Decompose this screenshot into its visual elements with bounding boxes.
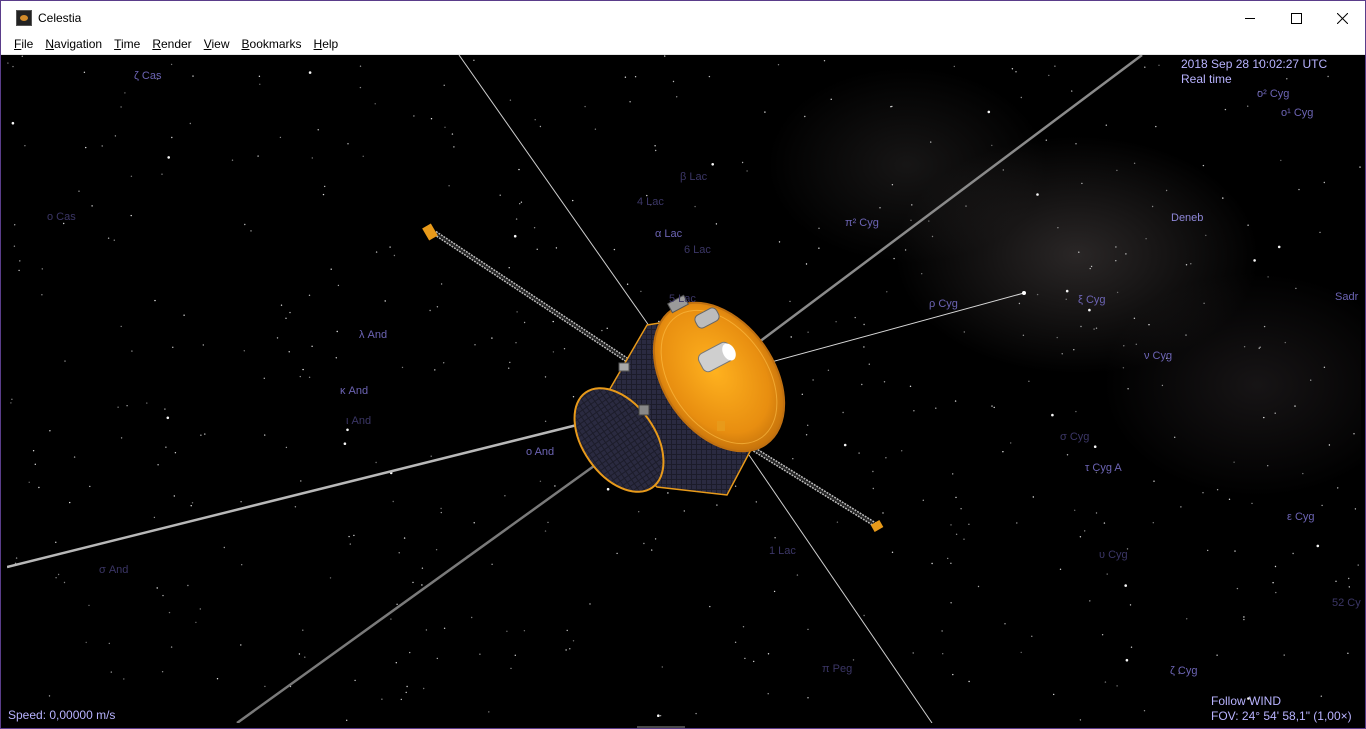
- maximize-icon: [1290, 12, 1302, 24]
- star-label[interactable]: 5 Lac: [669, 293, 696, 305]
- wire-boom-upper-left: [458, 55, 653, 331]
- star-label[interactable]: 1 Lac: [769, 545, 796, 557]
- close-button[interactable]: [1319, 1, 1365, 35]
- wire-boom-right: [741, 292, 1025, 371]
- maximize-button[interactable]: [1273, 1, 1319, 35]
- celestia-window: Celestia File Navigation Time Render Vie…: [0, 0, 1366, 729]
- star-label[interactable]: 6 Lac: [684, 244, 711, 256]
- lattice-boom-upper: [422, 223, 629, 363]
- star-label[interactable]: β Lac: [680, 171, 707, 183]
- lattice-boom-lower: [737, 437, 884, 532]
- star-label[interactable]: Sadr: [1335, 291, 1358, 303]
- window-controls: [1227, 1, 1365, 35]
- star-label[interactable]: ζ Cyg: [1170, 665, 1197, 677]
- close-icon: [1336, 12, 1348, 24]
- wire-boom-left: [7, 418, 598, 569]
- follow-readout: Follow WIND: [1211, 694, 1282, 708]
- wire-end-marker: [1022, 291, 1026, 295]
- star-label[interactable]: τ Cyg A: [1085, 462, 1122, 474]
- star-label[interactable]: π² Cyg: [845, 217, 879, 229]
- spacecraft-body: [573, 294, 786, 496]
- star-label[interactable]: λ And: [359, 329, 387, 341]
- datetime-readout: 2018 Sep 28 10:02:27 UTC: [1181, 57, 1328, 71]
- star-label[interactable]: o Cas: [47, 211, 76, 223]
- star-label[interactable]: ν Cyg: [1144, 350, 1172, 362]
- star-label[interactable]: α Lac: [655, 228, 682, 240]
- minimize-icon: [1244, 17, 1255, 19]
- axial-boom-lower: [236, 451, 613, 723]
- 3d-viewport[interactable]: ζ Cas o Cas β Lac α Lac 4 Lac 6 Lac 5 La…: [7, 55, 1361, 723]
- menu-bar: File Navigation Time Render View Bookmar…: [1, 35, 1365, 55]
- menu-navigation[interactable]: Navigation: [39, 35, 108, 54]
- star-label[interactable]: σ And: [99, 564, 128, 576]
- star-label[interactable]: ρ Cyg: [929, 298, 958, 310]
- hud-speed: Speed: 0,00000 m/s: [8, 708, 116, 722]
- menu-view[interactable]: View: [198, 35, 236, 54]
- wind-spacecraft[interactable]: [7, 55, 1361, 723]
- star-label[interactable]: υ Cyg: [1099, 549, 1128, 561]
- star-label[interactable]: 4 Lac: [637, 196, 664, 208]
- star-label[interactable]: σ Cyg: [1060, 431, 1089, 443]
- menu-bookmarks[interactable]: Bookmarks: [236, 35, 308, 54]
- hud-datetime: 2018 Sep 28 10:02:27 UTC Real time: [1181, 57, 1327, 87]
- fov-readout: FOV: 24° 54' 58,1" (1,00×): [1211, 709, 1352, 723]
- window-title: Celestia: [38, 11, 82, 25]
- star-label[interactable]: ζ Cas: [134, 70, 161, 82]
- star-label[interactable]: o¹ Cyg: [1281, 107, 1313, 119]
- star-label[interactable]: Deneb: [1171, 212, 1203, 224]
- menu-time[interactable]: Time: [108, 35, 146, 54]
- star-label[interactable]: κ And: [340, 385, 368, 397]
- star-label[interactable]: ε Cyg: [1287, 511, 1315, 523]
- title-bar[interactable]: Celestia: [1, 1, 1365, 35]
- minimize-button[interactable]: [1227, 1, 1273, 35]
- star-label[interactable]: ι And: [346, 415, 371, 427]
- menu-render[interactable]: Render: [146, 35, 197, 54]
- star-label[interactable]: o And: [526, 446, 554, 458]
- wire-boom-lower-right: [748, 454, 933, 723]
- menu-file[interactable]: File: [1, 35, 39, 54]
- time-mode-readout: Real time: [1181, 72, 1232, 86]
- star-label[interactable]: o² Cyg: [1257, 88, 1289, 100]
- star-label[interactable]: π Peg: [822, 663, 852, 675]
- hud-follow-fov: Follow WIND FOV: 24° 54' 58,1" (1,00×): [1211, 694, 1352, 723]
- star-label[interactable]: 52 Cyg: [1332, 597, 1361, 609]
- celestia-app-icon[interactable]: [16, 10, 32, 26]
- star-label[interactable]: ξ Cyg: [1078, 294, 1106, 306]
- menu-help[interactable]: Help: [308, 35, 345, 54]
